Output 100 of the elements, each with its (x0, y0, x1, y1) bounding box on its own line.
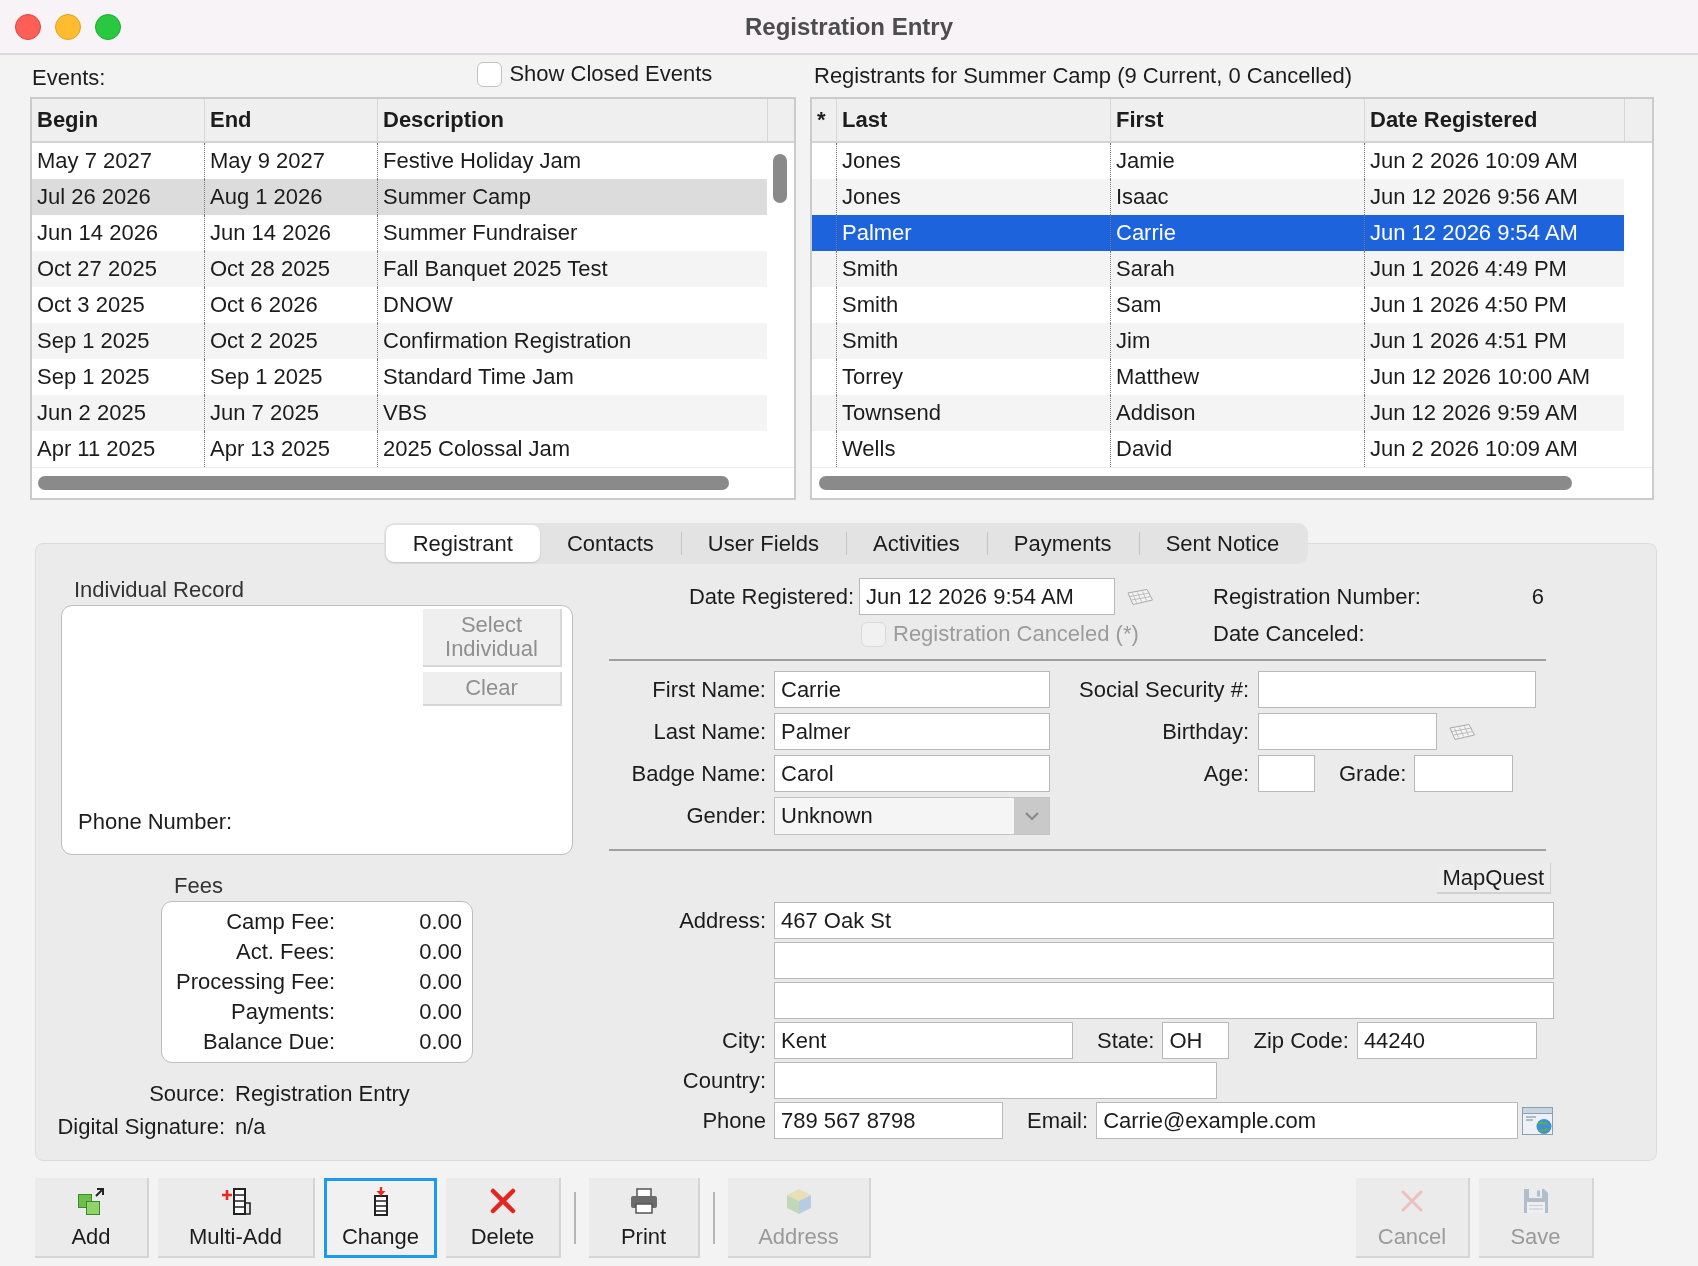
table-cell-text: May 7 2027 (36, 147, 153, 175)
fee-label: Balance Due: (202, 1029, 335, 1055)
group-title: Fees (174, 874, 223, 898)
tab[interactable]: Contacts (539, 525, 681, 562)
field-label: State: (1097, 1027, 1155, 1054)
input-field[interactable]: 467 Oak St (774, 902, 1554, 939)
stacked-squares-icon (76, 1186, 106, 1216)
table-cell: Wells (836, 431, 1110, 467)
fee-label: Processing Fee: (176, 969, 335, 995)
dropdown[interactable]: Unknown (774, 797, 1050, 835)
input-field[interactable] (1258, 755, 1315, 792)
field-label: Date Canceled: (1213, 621, 1365, 647)
tab[interactable]: Registrant (385, 525, 540, 562)
info-label: Digital Signature: (57, 1113, 225, 1140)
table-cell: Apr 13 2025 (204, 431, 377, 467)
mapquest-button[interactable]: MapQuest (1436, 863, 1551, 894)
field-label: Badge Name: (631, 760, 766, 787)
table-row[interactable]: Smith Jim Jun 1 2026 4:51 PM (812, 323, 1624, 359)
input-field[interactable]: Jun 12 2026 9:54 AM (859, 578, 1115, 615)
close-icon[interactable] (15, 13, 41, 40)
delete-button[interactable]: Delete (446, 1178, 561, 1258)
info-value: Registration Entry (235, 1080, 410, 1107)
input-field[interactable]: Kent (774, 1022, 1073, 1059)
table-row[interactable]: Jun 2 2025 Jun 7 2025 VBS (32, 395, 767, 431)
column-header[interactable]: First (1110, 99, 1364, 141)
table-row[interactable]: Oct 27 2025 Oct 28 2025 Fall Banquet 2025 Test (32, 251, 767, 287)
window-title: Registration Entry (745, 12, 953, 41)
fee-label: Payments: (231, 999, 335, 1025)
chevron-down-icon (1023, 811, 1040, 821)
input-field[interactable] (774, 942, 1554, 979)
table-cell: 2025 Colossal Jam (377, 431, 767, 467)
input-field[interactable] (1258, 713, 1437, 750)
column-header[interactable]: End (204, 99, 377, 141)
table-cell-text: Jun 2 2025 (36, 399, 147, 427)
table-row[interactable]: Palmer Carrie Jun 12 2026 9:54 AM (812, 215, 1624, 251)
fee-label: Camp Fee: (226, 909, 335, 935)
multi-add-button[interactable]: Multi-Add (158, 1178, 315, 1258)
column-header[interactable]: Date Registered (1364, 99, 1624, 141)
table-row[interactable]: Sep 1 2025 Oct 2 2025 Confirmation Registration (32, 323, 767, 359)
input-field[interactable]: OH (1162, 1022, 1230, 1059)
input-field[interactable]: 789 567 8798 (774, 1102, 1003, 1139)
field-label: Gender: (686, 803, 766, 829)
tab[interactable]: Sent Notice (1138, 525, 1307, 562)
table-cell-text: Apr 11 2025 (36, 435, 157, 463)
table-row[interactable]: Smith Sarah Jun 1 2026 4:49 PM (812, 251, 1624, 287)
table-row[interactable]: Jones Isaac Jun 12 2026 9:56 AM (812, 179, 1624, 215)
column-header[interactable]: * (812, 99, 836, 141)
field-label: Date Registered: (688, 583, 854, 610)
field-label: Address: (679, 907, 766, 934)
column-header[interactable]: Begin (32, 99, 204, 141)
calendar-icon (1126, 587, 1154, 606)
add-button[interactable]: Add (35, 1178, 149, 1258)
table-cell-text: Jun 14 2026 (36, 219, 160, 247)
table-row[interactable]: Townsend Addison Jun 12 2026 9:59 AM (812, 395, 1624, 431)
input-field[interactable] (774, 1062, 1217, 1099)
change-button[interactable]: Change (324, 1178, 437, 1258)
field-label: Phone Number: (78, 809, 233, 835)
input-field[interactable] (1414, 755, 1514, 792)
field-label: Registration Number: (1213, 583, 1421, 610)
table-cell-text: Jul 26 2026 (36, 183, 152, 211)
input-field[interactable]: Carol (774, 755, 1050, 792)
input-field[interactable]: Carrie (774, 671, 1050, 708)
table-cell-text: Oct 27 2025 (36, 255, 158, 283)
field-label: Country: (682, 1067, 766, 1094)
scrollbar-thumb[interactable] (819, 476, 1572, 490)
input-field[interactable] (1258, 671, 1536, 708)
table-row[interactable]: Jul 26 2026 Aug 1 2026 Summer Camp (32, 179, 767, 215)
field-label: Social Security #: (1079, 676, 1249, 703)
fee-value: 0.00 (419, 939, 462, 965)
tab[interactable]: Payments (986, 525, 1139, 562)
field-label: First Name: (652, 676, 766, 703)
input-field[interactable]: Carrie@example.com (1096, 1102, 1519, 1139)
column-header[interactable]: Description (377, 99, 767, 141)
field-label: Age: (1203, 760, 1249, 787)
column-header[interactable]: Last (836, 99, 1110, 141)
printer-icon (628, 1186, 659, 1216)
input-field[interactable] (774, 982, 1554, 1019)
info-value: n/a (235, 1113, 266, 1140)
section-label: Registrants for Summer Camp (9 Current, 0 Cancelled) (814, 63, 1352, 89)
minimize-icon[interactable] (55, 13, 81, 40)
tab[interactable]: User Fields (680, 525, 846, 562)
field-label: City: (722, 1027, 766, 1054)
table-cell: Jun 2 2026 10:09 AM (1364, 431, 1624, 467)
checkbox[interactable] (477, 61, 503, 87)
field-label: Zip Code: (1253, 1027, 1349, 1054)
scrollbar-thumb[interactable] (773, 154, 787, 203)
print-button[interactable]: Print (589, 1178, 700, 1258)
field-label: Last Name: (653, 718, 766, 745)
input-field[interactable]: 44240 (1356, 1022, 1537, 1059)
field-label: Grade: (1339, 760, 1407, 787)
checkbox-label: Registration Canceled (*) (893, 621, 1139, 647)
tab[interactable]: Activities (846, 525, 987, 562)
checkbox-label: Show Closed Events (509, 61, 713, 87)
scrollbar-thumb[interactable] (38, 476, 729, 490)
table-cell-text: Oct 3 2025 (36, 291, 146, 319)
list-plus-icon (220, 1186, 251, 1216)
input-field[interactable]: Palmer (774, 713, 1050, 750)
fee-label: Act. Fees: (235, 939, 335, 965)
zoom-icon[interactable] (95, 13, 121, 40)
group-title: Individual Record (74, 578, 244, 602)
